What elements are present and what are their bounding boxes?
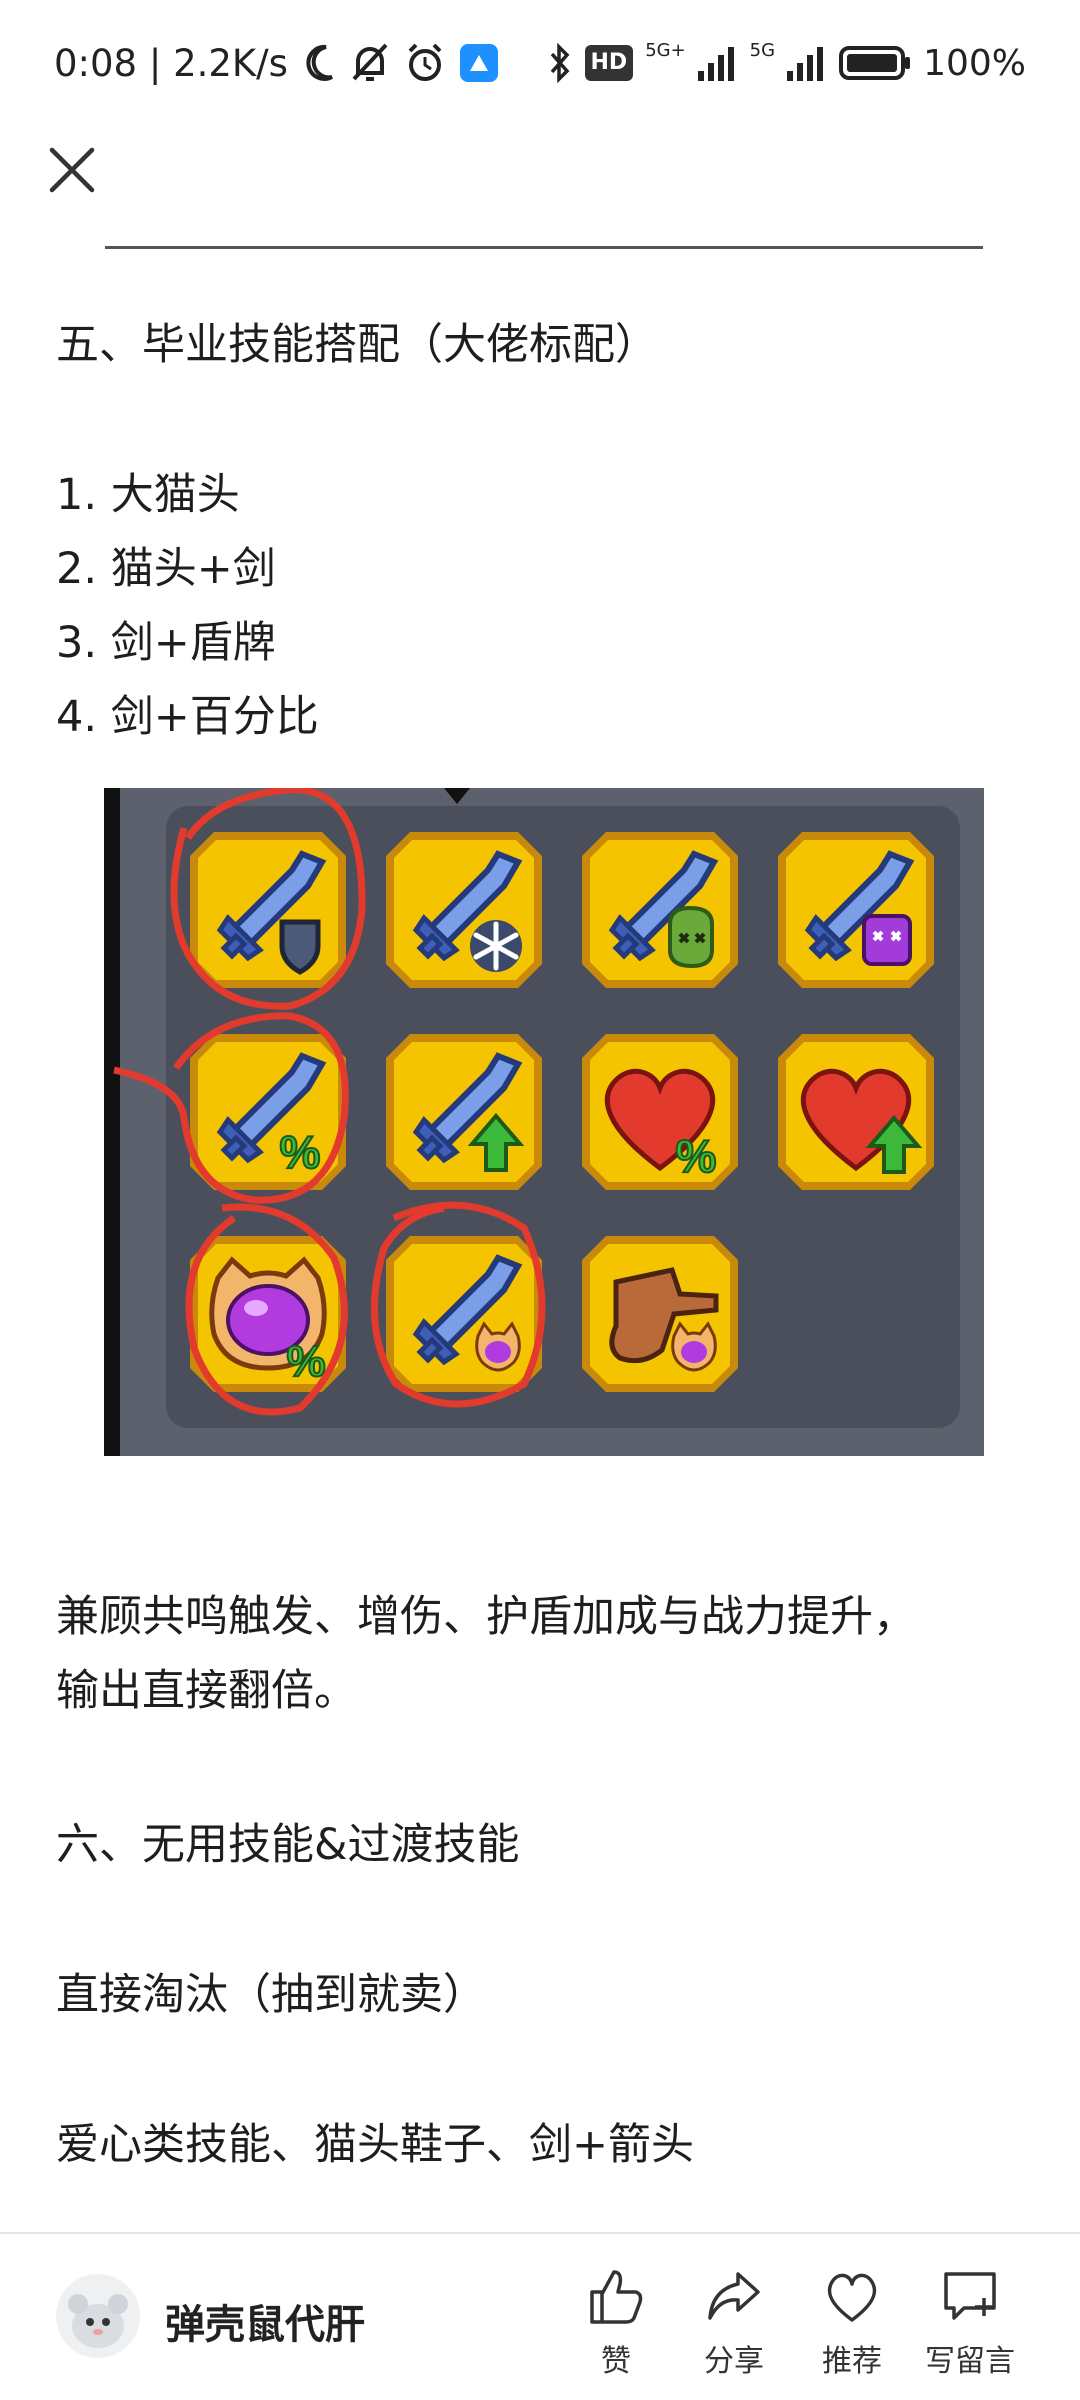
summary-line-2: 输出直接翻倍。 — [56, 1666, 357, 1716]
status-time-speed: 0:08 | 2.2K/s — [54, 41, 288, 85]
heart-arrow-icon — [778, 1034, 934, 1190]
percent-badge: % — [280, 1126, 321, 1178]
cat-head-percent-icon: % — [190, 1236, 346, 1392]
useless-skills-list: 爱心类技能、猫头鞋子、剑+箭头 — [56, 2120, 695, 2170]
share-button[interactable]: 分享 — [674, 2268, 794, 2380]
heart-icon — [827, 2273, 877, 2322]
author-name[interactable]: 弹壳鼠代肝 — [165, 2292, 365, 2350]
avatar[interactable] — [56, 2274, 140, 2358]
app-notification-icon — [459, 44, 498, 82]
network-5g-plus: 5G+ — [645, 40, 686, 61]
moon-icon — [306, 44, 333, 81]
skill-grid-image[interactable]: % % % — [104, 788, 984, 1456]
combo-item-2: 2. 猫头+剑 — [56, 544, 276, 594]
alarm-icon — [408, 43, 442, 81]
percent-badge: % — [286, 1337, 325, 1386]
previous-image-edge — [105, 246, 983, 249]
share-arrow-icon — [708, 2272, 760, 2320]
hd-badge: HD — [584, 45, 634, 81]
image-notch — [444, 788, 470, 804]
signal-icon — [697, 47, 734, 81]
combo-item-4: 4. 剑+百分比 — [56, 692, 319, 742]
like-label: 赞 — [601, 2344, 631, 2379]
sword-percent-icon: % — [190, 1034, 346, 1190]
sword-purple-skull-icon — [778, 832, 934, 988]
recommend-button[interactable]: 推荐 — [792, 2268, 912, 2380]
sword-arrow-icon — [386, 1034, 542, 1190]
recommend-label: 推荐 — [822, 2344, 882, 2379]
sword-shield-icon — [190, 832, 346, 988]
sword-cat-icon — [386, 1236, 542, 1392]
image-left-border — [104, 788, 120, 1456]
mute-bell-icon — [352, 43, 388, 81]
section-6-title: 六、无用技能&过渡技能 — [56, 1820, 520, 1870]
heart-percent-icon: % — [582, 1034, 738, 1190]
thumbs-up-icon — [590, 2270, 643, 2324]
hamster-avatar-icon — [56, 2274, 140, 2358]
share-label: 分享 — [704, 2344, 764, 2379]
summary-line-1: 兼顾共鸣触发、增伤、护盾加成与战力提升， — [56, 1592, 916, 1642]
battery-icon — [839, 46, 911, 80]
combo-item-3: 3. 剑+盾牌 — [56, 618, 276, 668]
sword-green-skull-icon — [582, 832, 738, 988]
eliminate-note: 直接淘汰（抽到就卖） — [56, 1970, 486, 2020]
combo-item-1: 1. 大猫头 — [56, 470, 240, 520]
sword-snowflake-icon — [386, 832, 542, 988]
battery-level: 100% — [923, 42, 1026, 84]
percent-badge: % — [676, 1130, 717, 1182]
bottom-action-bar: 弹壳鼠代肝 赞 分享 推荐 写留言 — [0, 2232, 1080, 2400]
network-5g: 5G — [749, 40, 776, 61]
status-bar: 0:08 | 2.2K/s HD 5G+ 5G 100% — [0, 0, 1080, 130]
comment-add-icon — [944, 2272, 996, 2320]
boot-cat-icon — [582, 1236, 738, 1392]
close-icon[interactable] — [44, 142, 100, 198]
write-comment-button[interactable]: 写留言 — [910, 2268, 1030, 2380]
bluetooth-icon — [550, 42, 569, 84]
signal-icon-2 — [787, 47, 824, 81]
like-button[interactable]: 赞 — [556, 2268, 676, 2380]
section-5-title: 五、毕业技能搭配（大佬标配） — [56, 320, 658, 370]
write-comment-label: 写留言 — [925, 2344, 1015, 2379]
